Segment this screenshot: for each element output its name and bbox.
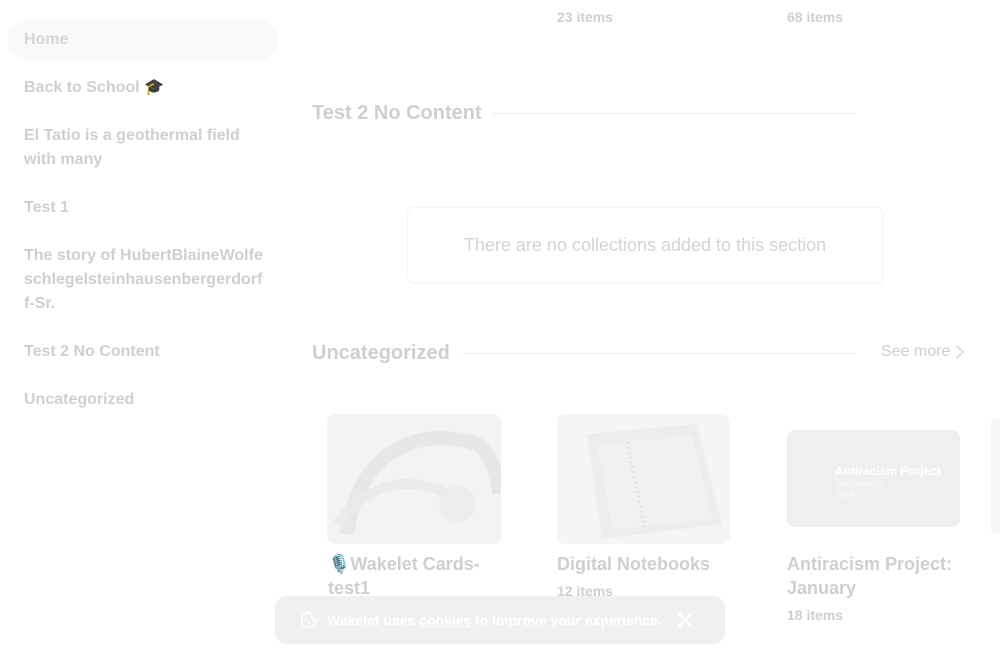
see-more-link[interactable]: See more xyxy=(881,343,965,361)
collection-count: 18 items xyxy=(787,607,844,623)
section-divider xyxy=(492,113,856,114)
chevron-right-icon xyxy=(956,345,965,359)
thumbnail-subtitle-text: Educators for Equity xyxy=(837,480,885,499)
cookie-icon xyxy=(300,611,318,629)
thumbnail-title-text: Antiracism Project xyxy=(835,464,942,478)
section-title-test-2: Test 2 No Content xyxy=(312,102,482,124)
close-icon[interactable] xyxy=(675,610,695,630)
collection-count: 68 items xyxy=(787,9,844,25)
cookie-banner: Wakelet uses cookies to improve your exp… xyxy=(275,596,725,644)
see-more-label: See more xyxy=(881,343,951,360)
sidebar-item-back-to-school[interactable]: Back to School 🎓 xyxy=(24,76,264,100)
headphones-image xyxy=(327,414,501,544)
cookie-text: Wakelet uses cookies to improve your exp… xyxy=(327,612,662,628)
horizontal-scroll-hint[interactable] xyxy=(991,418,1000,534)
sidebar: Home Back to School 🎓 El Tatio is a geot… xyxy=(0,0,290,660)
sidebar-item-home[interactable]: Home xyxy=(24,28,264,52)
section-divider xyxy=(462,353,856,354)
notebook-image xyxy=(557,414,730,544)
sidebar-item-el-tatio[interactable]: El Tatio is a geothermal field with many xyxy=(24,124,264,172)
sidebar-item-uncategorized[interactable]: Uncategorized xyxy=(24,388,264,412)
collection-title[interactable]: 🎙️Wakelet Cards-test1 xyxy=(328,552,498,600)
collection-title[interactable]: Digital Notebooks xyxy=(557,552,727,576)
cookie-text-suffix: to improve your experience. xyxy=(475,612,662,628)
section-title-uncategorized: Uncategorized xyxy=(312,342,450,364)
collection-thumbnail[interactable] xyxy=(327,414,501,544)
collection-thumbnail[interactable]: Antiracism Project Educators for Equity xyxy=(787,430,960,527)
cookies-link[interactable]: cookies xyxy=(419,612,471,628)
sidebar-item-story-hubert[interactable]: The story of HubertBlaineWolfeschlegelst… xyxy=(24,244,264,316)
sidebar-item-test-1[interactable]: Test 1 xyxy=(24,196,264,220)
empty-section-message: There are no collections added to this s… xyxy=(407,207,883,283)
collection-count: 23 items xyxy=(557,9,614,25)
collection-title[interactable]: Antiracism Project: January xyxy=(787,552,967,600)
collection-thumbnail[interactable] xyxy=(557,414,730,544)
sidebar-item-test-2-no-content[interactable]: Test 2 No Content xyxy=(24,340,264,364)
cookie-text-prefix: Wakelet uses xyxy=(327,612,416,628)
